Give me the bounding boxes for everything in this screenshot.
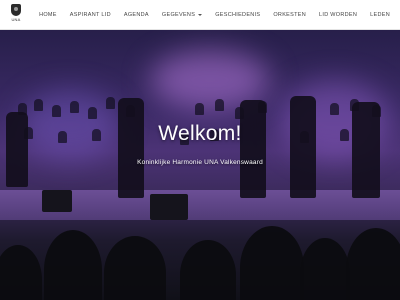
nav-home[interactable]: HOME bbox=[39, 12, 57, 18]
nav-gegevens-label: GEGEVENS bbox=[161, 11, 196, 18]
musician-silhouette bbox=[330, 103, 339, 115]
musician-silhouette bbox=[34, 99, 43, 111]
musician-silhouette bbox=[70, 101, 79, 113]
nav-leden[interactable]: LEDEN bbox=[370, 12, 390, 18]
nav-geschiedenis-label: GESCHIEDENIS bbox=[215, 11, 261, 18]
nav-lid-worden[interactable]: LID WORDEN bbox=[319, 12, 357, 18]
logo-text: UNA bbox=[11, 17, 21, 22]
stage-monitor-speaker bbox=[42, 190, 72, 212]
nav-agenda-label: AGENDA bbox=[123, 11, 149, 18]
musician-silhouette bbox=[106, 97, 115, 109]
audience-head bbox=[346, 228, 400, 300]
chevron-down-icon bbox=[198, 13, 203, 16]
performer-silhouette bbox=[240, 100, 266, 198]
logo[interactable]: UNA bbox=[9, 4, 23, 25]
musician-silhouette bbox=[215, 99, 224, 111]
musician-silhouette bbox=[52, 105, 61, 117]
main-menu: HOME ASPIRANT LID AGENDA GEGEVENS GESCHI… bbox=[26, 0, 390, 29]
nav-home-label: HOME bbox=[39, 11, 57, 18]
nav-geschiedenis[interactable]: GESCHIEDENIS bbox=[215, 12, 260, 18]
audience-head bbox=[44, 230, 102, 300]
nav-aspirant-lid-label: ASPIRANT LID bbox=[69, 11, 111, 18]
navbar: UNA HOME ASPIRANT LID AGENDA GEGEVENS GE… bbox=[0, 0, 400, 30]
nav-orkesten-label: ORKESTEN bbox=[273, 11, 307, 18]
audience-head bbox=[300, 238, 350, 300]
nav-leden-label: LEDEN bbox=[370, 11, 390, 18]
performer-silhouette bbox=[290, 96, 316, 198]
audience-head bbox=[0, 245, 42, 300]
musician-silhouette bbox=[195, 103, 204, 115]
nav-aspirant-lid[interactable]: ASPIRANT LID bbox=[70, 12, 111, 18]
crest-icon bbox=[11, 4, 21, 16]
performer-silhouette bbox=[352, 102, 380, 198]
performer-silhouette bbox=[118, 98, 144, 198]
nav-agenda[interactable]: AGENDA bbox=[124, 12, 149, 18]
stage-monitor-speaker bbox=[150, 194, 188, 220]
audience-head bbox=[180, 240, 236, 300]
audience-head bbox=[240, 226, 304, 300]
nav-lid-worden-label: LID WORDEN bbox=[319, 11, 358, 18]
audience-head bbox=[104, 236, 166, 300]
musician-silhouette bbox=[88, 107, 97, 119]
nav-orkesten[interactable]: ORKESTEN bbox=[273, 12, 306, 18]
nav-gegevens[interactable]: GEGEVENS bbox=[161, 11, 203, 18]
hero-subtitle: Koninklijke Harmonie UNA Valkenswaard bbox=[137, 159, 263, 166]
hero-title: Welkom! bbox=[158, 122, 242, 145]
hero-banner: Welkom! Koninklijke Harmonie UNA Valkens… bbox=[0, 30, 400, 300]
